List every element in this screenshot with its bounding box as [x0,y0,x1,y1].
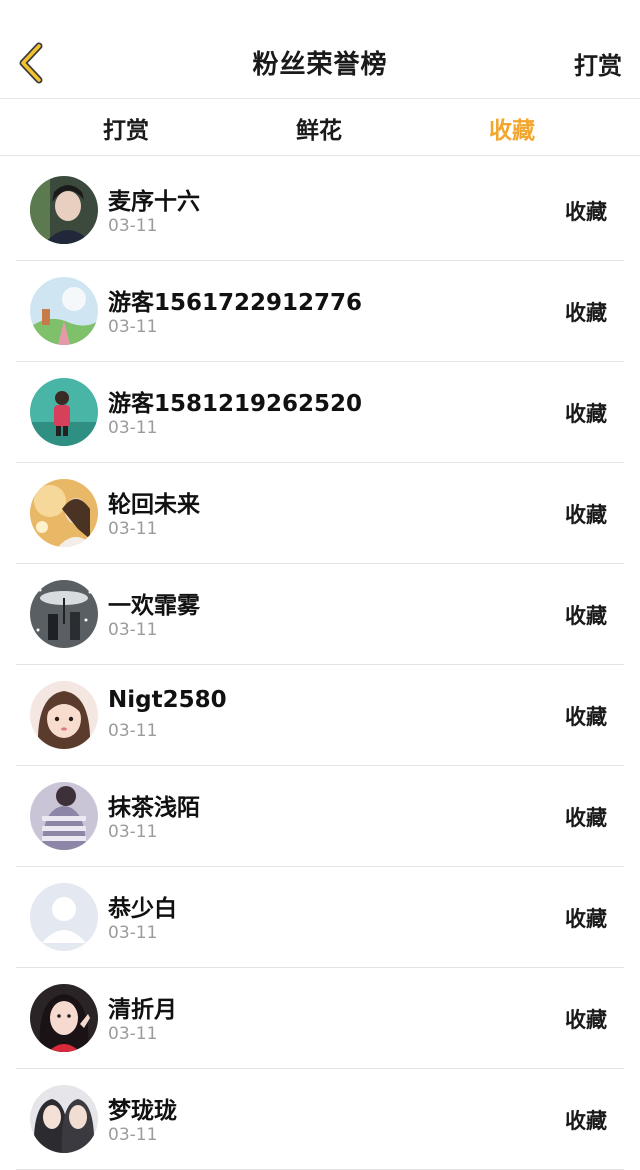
tab-bar: 打赏 鲜花 收藏 [0,99,640,156]
action-label: 收藏 [565,503,607,527]
action-label: 收藏 [565,1008,607,1032]
fan-name: 游客1581219262520 [108,391,363,417]
avatar [30,984,98,1052]
tab-flowers[interactable]: 鲜花 [259,111,379,145]
list-item[interactable]: 轮回未来 03-11 收藏 [16,463,624,564]
reward-button[interactable]: 打赏 [574,46,622,81]
fan-name: 一欢霏雾 [108,593,200,619]
action-label: 收藏 [565,301,607,325]
avatar [30,681,98,749]
avatar [30,1085,98,1153]
list-item[interactable]: 梦珑珑 03-11 收藏 [16,1069,624,1170]
fan-date: 03-11 [108,418,158,438]
avatar [30,378,98,446]
list-item[interactable]: Nigt2580 03-11 收藏 [16,665,624,766]
fan-date: 03-11 [108,317,158,337]
list-item[interactable]: 抹茶浅陌 03-11 收藏 [16,766,624,867]
fan-name: 游客1561722912776 [108,290,363,316]
fan-name: 轮回未来 [108,492,200,518]
action-label: 收藏 [565,1109,607,1133]
fan-date: 03-11 [108,519,158,539]
action-label: 收藏 [565,705,607,729]
action-label: 收藏 [565,200,607,224]
action-label: 收藏 [565,806,607,830]
list-item[interactable]: 游客1561722912776 03-11 收藏 [16,261,624,362]
avatar [30,277,98,345]
fan-date: 03-11 [108,620,158,640]
fan-name: 梦珑珑 [108,1098,177,1124]
fan-date: 03-11 [108,923,158,943]
tab-favorites[interactable]: 收藏 [452,111,572,145]
fan-date: 03-11 [108,1024,158,1044]
fan-date: 03-11 [108,216,158,236]
fan-name: 清折月 [108,997,177,1023]
action-label: 收藏 [565,402,607,426]
fan-name: 恭少白 [108,896,177,922]
fan-date: 03-11 [108,721,158,741]
list-item[interactable]: 游客1581219262520 03-11 收藏 [16,362,624,463]
avatar [30,479,98,547]
fan-date: 03-11 [108,1125,158,1145]
action-label: 收藏 [565,604,607,628]
fan-name: 麦序十六 [108,189,200,215]
fan-name: 抹茶浅陌 [108,795,200,821]
list-item[interactable]: 麦序十六 03-11 收藏 [16,160,624,261]
page-title: 粉丝荣誉榜 [252,50,388,80]
fan-list: 麦序十六 03-11 收藏 游客1561722912776 03-11 收藏 游… [0,160,640,1170]
tab-reward[interactable]: 打赏 [66,111,186,145]
avatar [30,883,98,951]
list-item[interactable]: 清折月 03-11 收藏 [16,968,624,1069]
avatar [30,782,98,850]
fan-name: Nigt2580 [108,687,227,713]
fan-date: 03-11 [108,822,158,842]
list-item[interactable]: 恭少白 03-11 收藏 [16,867,624,968]
avatar [30,580,98,648]
avatar [30,176,98,244]
list-item[interactable]: 一欢霏雾 03-11 收藏 [16,564,624,665]
action-label: 收藏 [565,907,607,931]
navigation-bar: 粉丝荣誉榜 打赏 [0,0,640,99]
